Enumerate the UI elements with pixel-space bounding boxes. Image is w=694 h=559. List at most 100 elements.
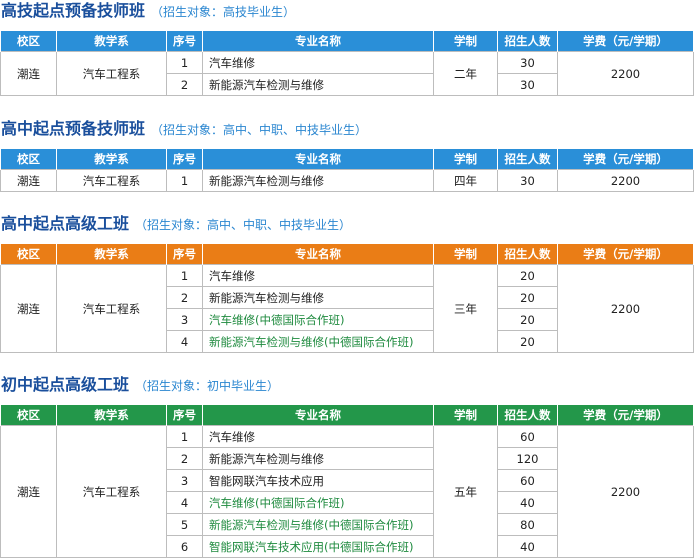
major-cell: 新能源汽车检测与维修 (202, 286, 434, 309)
section-title: 初中起点高级工班 (1, 375, 130, 394)
campus-cell: 潮连 (0, 169, 57, 192)
major-cell: 汽车维修(中德国际合作班) (202, 491, 434, 514)
col-header-campus: 校区 (0, 244, 57, 265)
enrollment-cell: 40 (497, 535, 558, 558)
col-header-department: 教学系 (56, 149, 167, 170)
table-row: 潮连 汽车工程系 1 汽车维修 三年 20 2200 (0, 264, 694, 353)
col-header-department: 教学系 (56, 244, 167, 265)
section-title: 高中起点预备技师班 (1, 119, 146, 138)
number-cell: 6 (166, 535, 203, 558)
col-header-enrollment: 招生人数 (497, 244, 558, 265)
enrollment-cell: 20 (497, 330, 558, 353)
enrollment-cell: 60 (497, 425, 558, 448)
col-header-major: 专业名称 (202, 31, 434, 52)
number-cell: 2 (166, 447, 203, 470)
major-cell: 智能网联汽车技术应用 (202, 469, 434, 492)
col-header-fee: 学费（元/学期） (557, 149, 694, 170)
enrollment-cell: 20 (497, 286, 558, 309)
table-header-row: 校区 教学系 序号 专业名称 学制 招生人数 学费（元/学期） (0, 244, 694, 265)
number-cell: 5 (166, 513, 203, 536)
major-cell: 汽车维修 (202, 425, 434, 448)
col-header-duration: 学制 (433, 244, 498, 265)
enrollment-table: 校区 教学系 序号 专业名称 学制 招生人数 学费（元/学期） 潮连 汽车工程系… (0, 405, 694, 558)
fee-cell: 2200 (557, 51, 694, 96)
fee-cell: 2200 (557, 169, 694, 192)
department-cell: 汽车工程系 (56, 264, 167, 353)
department-cell: 汽车工程系 (56, 425, 167, 558)
col-header-duration: 学制 (433, 405, 498, 426)
number-cell: 4 (166, 330, 203, 353)
col-header-duration: 学制 (433, 149, 498, 170)
col-header-campus: 校区 (0, 405, 57, 426)
section-subtitle: （招生对象：初中毕业生） (135, 379, 280, 393)
enrollment-table: 校区 教学系 序号 专业名称 学制 招生人数 学费（元/学期） 潮连 汽车工程系… (0, 244, 694, 353)
section-title-row: 高中起点高级工班 （招生对象：高中、中职、中技毕业生） (1, 213, 694, 235)
number-cell: 3 (166, 308, 203, 331)
major-cell: 汽车维修(中德国际合作班) (202, 308, 434, 331)
major-cell: 新能源汽车检测与维修 (202, 169, 434, 192)
col-header-number: 序号 (166, 405, 203, 426)
col-header-enrollment: 招生人数 (497, 405, 558, 426)
section-subtitle: （招生对象：高技毕业生） (151, 5, 296, 19)
enrollment-cell: 80 (497, 513, 558, 536)
campus-cell: 潮连 (0, 51, 57, 96)
col-header-major: 专业名称 (202, 244, 434, 265)
col-header-number: 序号 (166, 149, 203, 170)
col-header-department: 教学系 (56, 31, 167, 52)
number-cell: 4 (166, 491, 203, 514)
number-cell: 1 (166, 425, 203, 448)
department-cell: 汽车工程系 (56, 51, 167, 96)
campus-cell: 潮连 (0, 425, 57, 558)
col-header-campus: 校区 (0, 31, 57, 52)
col-header-fee: 学费（元/学期） (557, 31, 694, 52)
major-cell: 智能网联汽车技术应用(中德国际合作班) (202, 535, 434, 558)
enrollment-table: 校区 教学系 序号 专业名称 学制 招生人数 学费（元/学期） 潮连 汽车工程系… (0, 31, 694, 96)
major-cell: 新能源汽车检测与维修 (202, 73, 434, 96)
section-title-row: 高技起点预备技师班 （招生对象：高技毕业生） (1, 0, 694, 22)
enrollment-cell: 30 (497, 73, 558, 96)
table-row: 潮连 汽车工程系 1 汽车维修 二年 30 2200 (0, 51, 694, 96)
table-row: 潮连 汽车工程系 1 汽车维修 五年 60 2200 (0, 425, 694, 558)
col-header-enrollment: 招生人数 (497, 149, 558, 170)
enrollment-table: 校区 教学系 序号 专业名称 学制 招生人数 学费（元/学期） 潮连 汽车工程系… (0, 149, 694, 192)
section-senior-tech-prep-technician: 高技起点预备技师班 （招生对象：高技毕业生） 校区 教学系 序号 专业名称 学制 … (0, 0, 694, 96)
col-header-fee: 学费（元/学期） (557, 244, 694, 265)
col-header-number: 序号 (166, 31, 203, 52)
duration-cell: 二年 (433, 51, 498, 96)
major-cell: 汽车维修 (202, 51, 434, 74)
col-header-campus: 校区 (0, 149, 57, 170)
number-cell: 2 (166, 286, 203, 309)
enrollment-cell: 60 (497, 469, 558, 492)
section-title-row: 高中起点预备技师班 （招生对象：高中、中职、中技毕业生） (1, 118, 694, 140)
section-title: 高中起点高级工班 (1, 214, 130, 233)
section-subtitle: （招生对象：高中、中职、中技毕业生） (151, 123, 368, 137)
number-cell: 1 (166, 169, 203, 192)
col-header-number: 序号 (166, 244, 203, 265)
enrollment-cell: 40 (497, 491, 558, 514)
section-highschool-senior-worker: 高中起点高级工班 （招生对象：高中、中职、中技毕业生） 校区 教学系 序号 专业名… (0, 213, 694, 353)
table-header-row: 校区 教学系 序号 专业名称 学制 招生人数 学费（元/学期） (0, 31, 694, 52)
section-middleschool-senior-worker: 初中起点高级工班 （招生对象：初中毕业生） 校区 教学系 序号 专业名称 学制 招… (0, 374, 694, 558)
duration-cell: 三年 (433, 264, 498, 353)
col-header-major: 专业名称 (202, 405, 434, 426)
major-cell: 新能源汽车检测与维修 (202, 447, 434, 470)
department-cell: 汽车工程系 (56, 169, 167, 192)
fee-cell: 2200 (557, 264, 694, 353)
number-cell: 2 (166, 73, 203, 96)
col-header-enrollment: 招生人数 (497, 31, 558, 52)
enrollment-cell: 30 (497, 169, 558, 192)
campus-cell: 潮连 (0, 264, 57, 353)
col-header-duration: 学制 (433, 31, 498, 52)
section-title-row: 初中起点高级工班 （招生对象：初中毕业生） (1, 374, 694, 396)
col-header-fee: 学费（元/学期） (557, 405, 694, 426)
col-header-major: 专业名称 (202, 149, 434, 170)
major-cell: 新能源汽车检测与维修(中德国际合作班) (202, 513, 434, 536)
section-subtitle: （招生对象：高中、中职、中技毕业生） (135, 218, 352, 232)
major-cell: 汽车维修 (202, 264, 434, 287)
fee-cell: 2200 (557, 425, 694, 558)
enrollment-cell: 30 (497, 51, 558, 74)
enrollment-cell: 120 (497, 447, 558, 470)
number-cell: 1 (166, 264, 203, 287)
duration-cell: 五年 (433, 425, 498, 558)
section-highschool-prep-technician: 高中起点预备技师班 （招生对象：高中、中职、中技毕业生） 校区 教学系 序号 专业… (0, 118, 694, 192)
